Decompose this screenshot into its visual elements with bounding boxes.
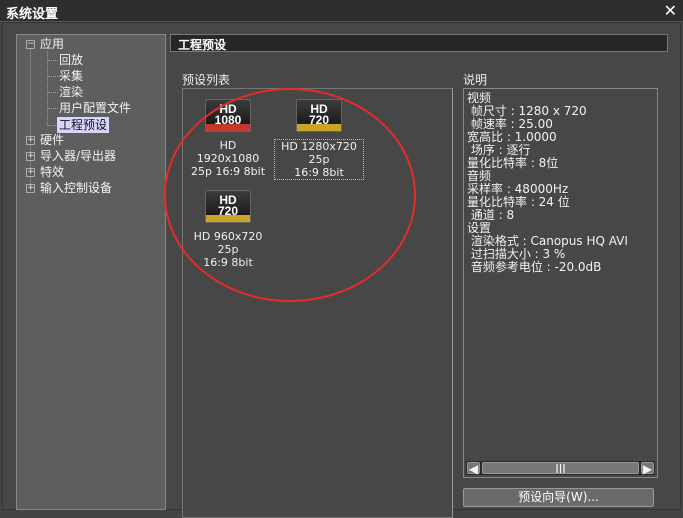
preset-list[interactable]: HD 1080 HD 1920x1080 25p 16:9 8bit HD 720 … [182,88,453,518]
preset-name: HD 1920x1080 [196,139,260,165]
section-title: 工程预设 [178,38,227,52]
tree-item-project-preset[interactable]: 工程预设 [57,117,110,133]
title-bar: 系统设置 ✕ [0,0,683,22]
preset-name: HD 960x720 25p [193,230,263,256]
tree-item-hardware[interactable]: 硬件 [40,132,64,148]
tree-item-user-profile[interactable]: 用户配置文件 [59,100,131,116]
horizontal-scrollbar[interactable]: ◀ III ▶ [466,461,655,476]
tree-item-app[interactable]: 应用 [40,36,64,52]
scroll-thumb[interactable]: III [482,462,639,476]
preset-item-selected[interactable]: HD 720 HD 1280x720 25p 16:9 8bit [274,99,364,180]
tree-item-input-control[interactable]: 输入控制设备 [40,180,112,196]
preset-wizard-button[interactable]: 预设向导(W)... [463,488,654,507]
collapse-icon[interactable]: − [26,40,35,49]
tree-item-capture[interactable]: 采集 [59,68,83,84]
preset-format: 16:9 8bit [294,166,344,179]
window-title: 系统设置 [6,7,59,22]
expand-icon[interactable]: + [26,152,35,161]
description-line: 音频参考电位 : -20.0dB [467,260,602,274]
preset-format: 16:9 8bit [203,256,253,269]
preset-item[interactable]: HD 720 HD 960x720 25p 16:9 8bit [185,190,271,269]
description-line: 通道 : 8 [467,208,515,222]
section-header: 工程预设 [170,34,668,52]
preset-item[interactable]: HD 1080 HD 1920x1080 25p 16:9 8bit [187,99,269,178]
settings-tree[interactable]: − 应用 回放 采集 渲染 用户配置文件 工程预设 + 硬件 + 导入器/导出器… [16,34,166,510]
expand-icon[interactable]: + [26,168,35,177]
scroll-right-icon[interactable]: ▶ [641,462,654,476]
tree-item-playback[interactable]: 回放 [59,52,83,68]
description-line: 量化比特率 : 8位 [467,156,559,170]
expand-icon[interactable]: + [26,184,35,193]
hd1080-icon: HD 1080 [205,99,251,132]
preset-name: HD 1280x720 25p [281,140,357,166]
tree-item-importer-exporter[interactable]: 导入器/导出器 [40,148,116,164]
hd720-icon: HD 720 [205,190,251,223]
hd720-icon: HD 720 [296,99,342,132]
preset-format: 25p 16:9 8bit [190,165,266,178]
tree-item-render[interactable]: 渲染 [59,84,83,100]
description-panel: 视频 帧尺寸 : 1280 x 720 帧速率 : 25.00 宽高比 : 1.0… [463,88,658,478]
close-icon[interactable]: ✕ [664,1,677,20]
preset-list-label: 预设列表 [182,73,231,87]
description-label: 说明 [463,73,488,87]
tree-item-effects[interactable]: 特效 [40,164,64,180]
expand-icon[interactable]: + [26,136,35,145]
scroll-left-icon[interactable]: ◀ [467,462,480,476]
